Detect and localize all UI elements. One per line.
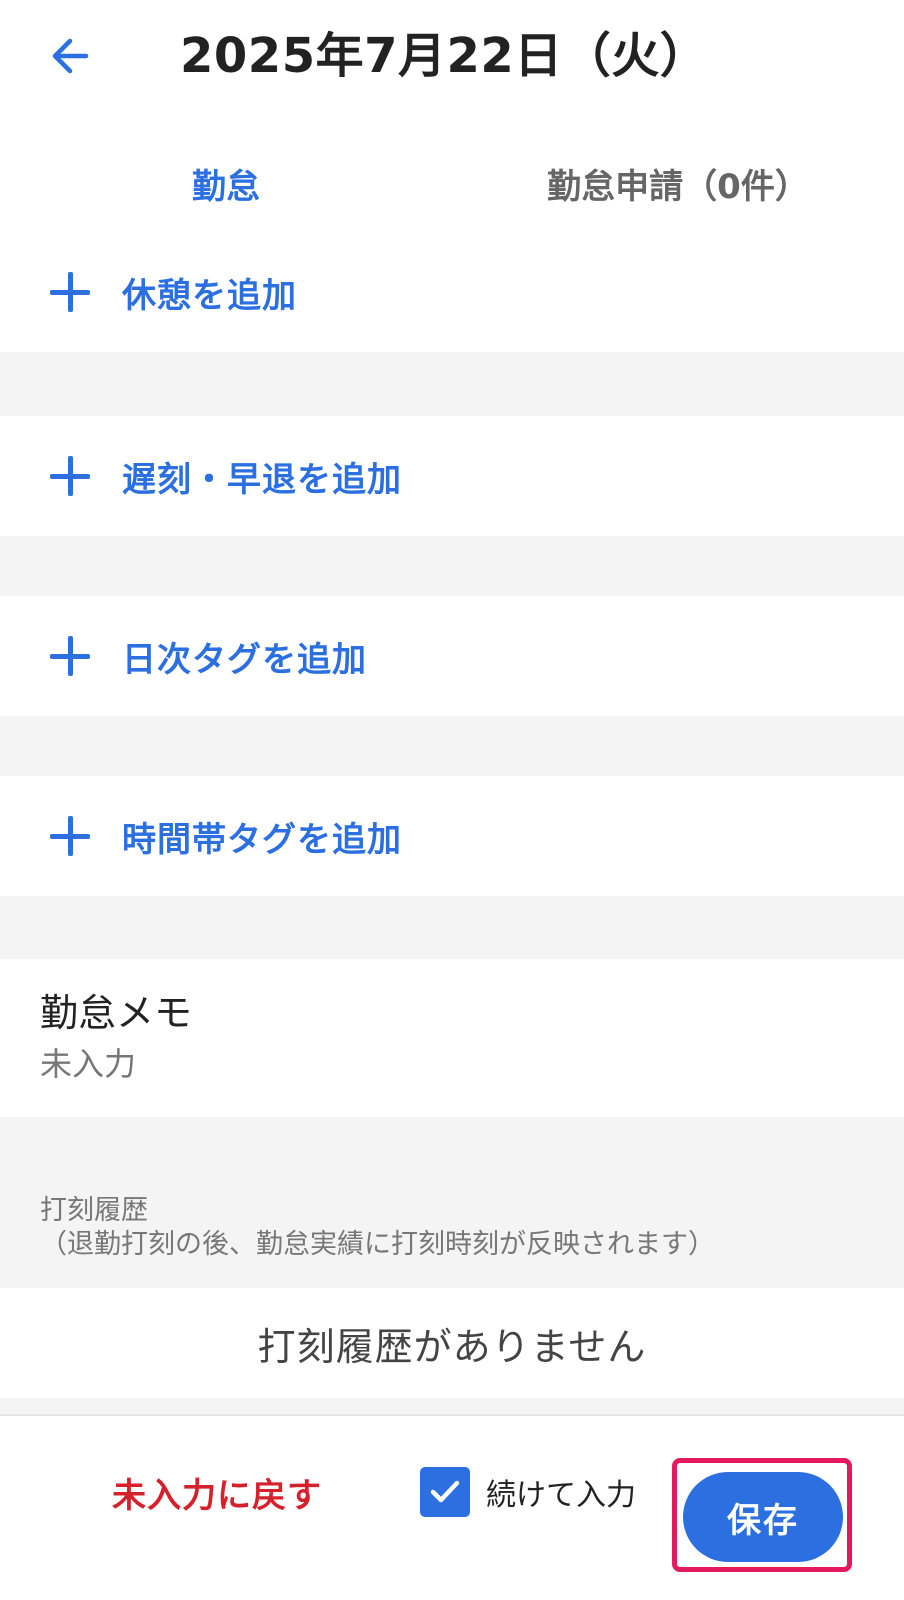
history-empty-message: 打刻履歴がありません <box>0 1288 904 1398</box>
plus-icon <box>50 456 90 496</box>
memo-title: 勤怠メモ <box>40 991 193 1035</box>
app-header: 2025年7月22日（火） <box>0 0 904 118</box>
check-icon <box>430 1480 460 1503</box>
add-break-button[interactable]: 休憩を追加 <box>0 232 904 352</box>
plus-icon <box>50 816 90 856</box>
add-break-label: 休憩を追加 <box>122 275 297 316</box>
plus-icon <box>50 636 90 676</box>
save-button[interactable]: 保存 <box>683 1472 843 1562</box>
add-daily-tag-button[interactable]: 日次タグを追加 <box>0 596 904 716</box>
tab-attendance[interactable]: 勤怠 <box>0 118 452 248</box>
add-time-tag-label: 時間帯タグを追加 <box>122 819 402 860</box>
add-late-early-button[interactable]: 遅刻・早退を追加 <box>0 416 904 536</box>
add-late-early-label: 遅刻・早退を追加 <box>122 459 402 500</box>
continue-input-label: 続けて入力 <box>486 1478 636 1513</box>
history-note: （退勤打刻の後、勤怠実績に打刻時刻が反映されます） <box>40 1229 715 1260</box>
add-daily-tag-label: 日次タグを追加 <box>122 639 367 680</box>
tab-attendance-requests[interactable]: 勤怠申請（0件） <box>452 118 904 248</box>
tab-bar: 勤怠 勤怠申請（0件） <box>0 118 904 248</box>
attendance-content: 休憩を追加 遅刻・早退を追加 日次タグを追加 時間帯タグを追加 勤怠メモ 未入力… <box>0 232 904 1414</box>
history-title: 打刻履歴 <box>40 1195 148 1226</box>
attendance-memo[interactable]: 勤怠メモ 未入力 <box>0 959 904 1117</box>
memo-value: 未入力 <box>40 1045 137 1083</box>
continue-input-toggle[interactable]: 続けて入力 <box>420 1462 636 1522</box>
back-button[interactable] <box>38 24 102 88</box>
continue-input-checkbox[interactable] <box>420 1467 470 1517</box>
arrow-left-icon <box>52 38 89 74</box>
plus-icon <box>50 272 90 312</box>
footer-bar: 未入力に戻す 続けて入力 保存 <box>0 1414 904 1600</box>
history-header: 打刻履歴 （退勤打刻の後、勤怠実績に打刻時刻が反映されます） <box>40 1194 880 1262</box>
page-title: 2025年7月22日（火） <box>180 28 709 84</box>
add-time-tag-button[interactable]: 時間帯タグを追加 <box>0 776 904 896</box>
reset-to-unentered-button[interactable]: 未入力に戻す <box>82 1452 352 1532</box>
